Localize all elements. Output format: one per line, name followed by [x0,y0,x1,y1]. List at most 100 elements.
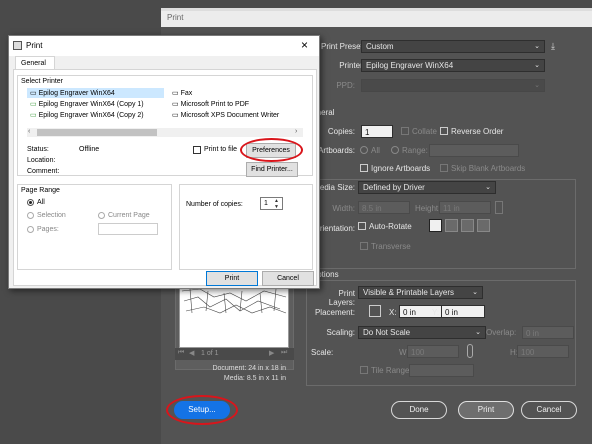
find-printer-button[interactable]: Find Printer... [246,162,298,177]
copies-label: Number of copies: [186,201,243,208]
done-button[interactable]: Done [391,401,447,419]
artboards-range-label: Range: [402,146,428,155]
print-preset-select[interactable]: Custom ⌄ [361,40,545,53]
y-label: Y: [432,308,440,317]
auto-rotate-label: Auto-Rotate [369,222,412,231]
tile-range-input [409,364,474,377]
win-titlebar: Print × [9,36,319,56]
page-nav-text: 1 of 1 [201,350,219,357]
print-button[interactable]: Print [458,401,514,419]
printer-list-scrollbar[interactable]: ‹ › [27,128,303,137]
printer-select[interactable]: Epilog Engraver WinX64 ⌄ [361,59,545,72]
chevron-down-icon: ⌄ [534,43,540,50]
reverse-order-checkbox[interactable] [440,127,448,135]
printer-item[interactable]: ▭ Fax [172,89,192,97]
portrait-flipped-icon[interactable] [461,219,474,232]
scroll-left-icon[interactable]: ‹ [28,128,30,135]
win-print-button[interactable]: Print [206,271,258,286]
printer-default-icon: ▭ [30,101,39,108]
printer-item[interactable]: ▭ Epilog Engraver WinX64 (Copy 2) [30,111,144,119]
transverse-checkbox [360,242,368,250]
printer-icon [13,41,22,50]
width-input: 8.5 in [358,201,410,214]
print-to-file-checkbox[interactable] [193,146,201,154]
printer-icon: ▭ [172,90,181,97]
print-layers-value: Visible & Printable Layers [363,288,455,297]
link-scale-icon[interactable] [467,344,473,358]
tab-general-label: General [21,60,46,67]
range-current-page-label: Current Page [108,212,150,219]
scroll-right-icon[interactable]: › [295,128,297,135]
close-icon[interactable]: × [301,38,308,52]
printer-list[interactable]: ▭ Epilog Engraver WinX64 ▭ Epilog Engrav… [27,88,303,126]
printer-value: Epilog Engraver WinX64 [366,61,454,70]
scaling-value: Do Not Scale [363,328,411,337]
printer-item[interactable]: ▭ Microsoft XPS Document Writer [172,111,279,119]
chevron-down-icon: ⌄ [472,289,478,296]
ignore-artboards-checkbox[interactable] [360,164,368,172]
scrollbar-thumb[interactable] [37,129,157,136]
reverse-order-label: Reverse Order [451,127,504,136]
chevron-down-icon: ⌄ [534,62,540,69]
tile-range-checkbox [360,366,368,374]
artboards-range-radio [391,146,399,154]
ruler-strip [161,8,592,11]
artboards-all-radio [360,146,368,154]
artboards-range-input [429,144,519,157]
range-all-label: All [37,199,45,206]
save-preset-icon[interactable]: ⤓ [551,41,563,52]
portrait-orientation-icon[interactable] [429,219,442,232]
win-cancel-button[interactable]: Cancel [262,271,314,286]
range-selection-radio [27,212,34,219]
next-page-icon: ▶ [269,350,275,357]
printer-item[interactable]: ▭ Microsoft Print to PDF [172,100,249,108]
landscape-flipped-icon[interactable] [477,219,490,232]
h-input: 100 [517,345,569,358]
printer-item-label: Epilog Engraver WinX64 (Copy 1) [38,101,144,108]
ppd-select: ⌄ [361,79,545,92]
document-size-text: Document: 24 in x 18 in [212,365,286,372]
scaling-select[interactable]: Do Not Scale ⌄ [358,326,486,339]
first-page-icon: ⏮ [178,349,185,356]
annotation-circle-preferences [240,138,303,162]
printer-icon: ▭ [172,101,181,108]
comment-label: Comment: [27,168,60,175]
y-input[interactable]: 0 in [441,305,485,318]
scaling-label: Scaling: [326,328,355,337]
auto-rotate-checkbox[interactable] [358,222,366,230]
height-label: Height: [415,204,441,213]
media-size-select[interactable]: Defined by Driver ⌄ [358,181,496,194]
copies-spinner[interactable]: 1 ▲ ▼ [260,197,283,210]
overlap-label: Overlap: [486,328,517,337]
collate-label: Collate [412,127,437,136]
link-dimensions-icon [495,201,503,214]
landscape-orientation-icon[interactable] [445,219,458,232]
preview-page[interactable] [179,286,289,348]
tab-general[interactable]: General [15,56,55,70]
print-layers-select[interactable]: Visible & Printable Layers ⌄ [358,286,483,299]
status-value: Offline [79,146,100,153]
last-page-icon: ⏭ [281,349,288,356]
prev-page-icon: ◀ [189,350,195,357]
placement-grid-icon[interactable] [369,305,381,317]
printer-item[interactable]: ▭ Epilog Engraver WinX64 [30,89,115,97]
location-label: Location: [27,157,56,164]
tile-range-label: Tile Range: [371,366,412,375]
print-layers-label: Print Layers: [328,289,355,307]
range-all-radio[interactable] [27,199,34,206]
range-pages-radio [27,226,34,233]
w-input: 100 [407,345,459,358]
preview-artwork [181,288,287,314]
win-title-text: Print [26,41,43,50]
printer-item-label: Epilog Engraver WinX64 (Copy 2) [38,112,144,119]
copies-input[interactable]: 1 [361,125,393,138]
printer-item[interactable]: ▭ Epilog Engraver WinX64 (Copy 1) [30,100,144,108]
printer-icon: ▭ [30,90,39,97]
collate-checkbox [401,127,409,135]
spinner-arrows-icon[interactable]: ▲ ▼ [274,198,279,210]
print-to-file-label: Print to file [204,146,238,153]
height-input: 11 in [439,201,491,214]
cancel-button[interactable]: Cancel [521,401,577,419]
printer-item-label: Fax [180,90,193,97]
printer-item-label: Microsoft Print to PDF [180,101,250,108]
